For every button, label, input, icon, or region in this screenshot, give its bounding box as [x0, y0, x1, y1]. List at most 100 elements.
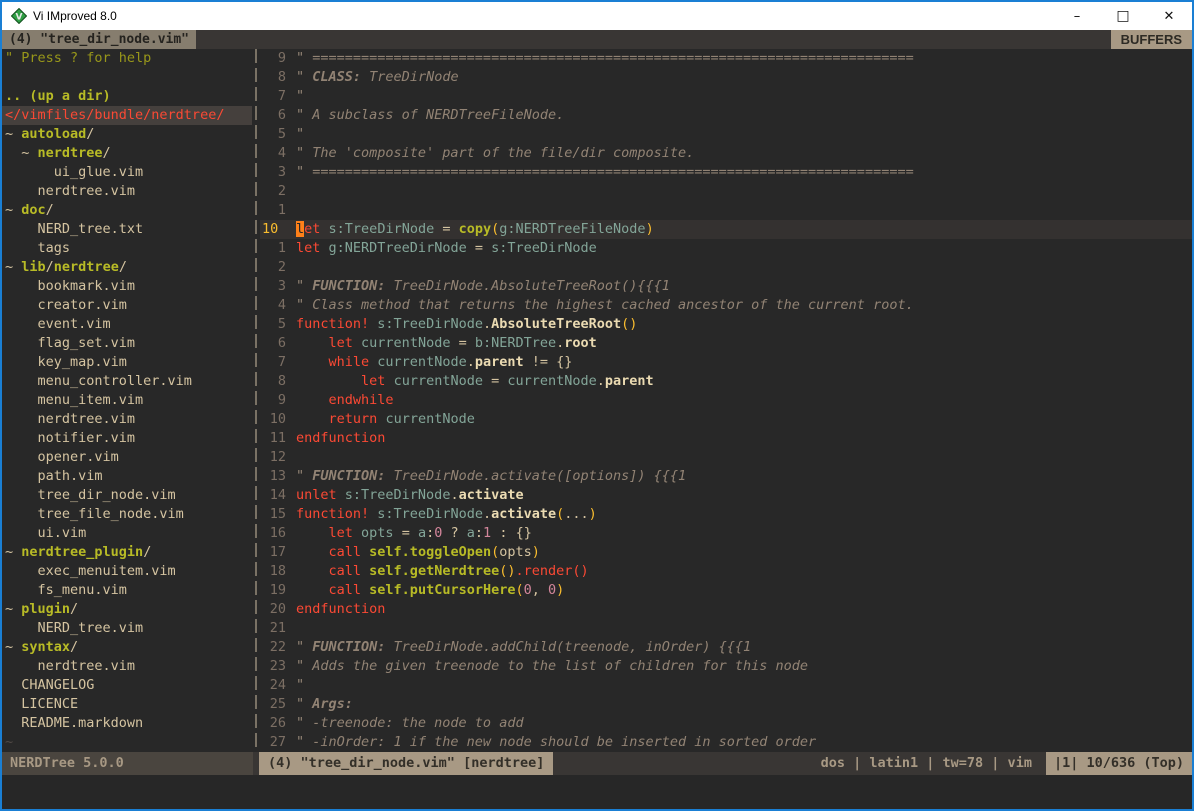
code-line[interactable]: 24": [260, 676, 1192, 695]
code-line[interactable]: 8 let currentNode = currentNode.parent: [260, 372, 1192, 391]
tree-item[interactable]: notifier.vim: [2, 429, 252, 448]
tree-item[interactable]: CHANGELOG: [2, 676, 252, 695]
code-line[interactable]: 8" CLASS: TreeDirNode: [260, 68, 1192, 87]
code-token: ": [296, 278, 312, 294]
code-line[interactable]: 2: [260, 182, 1192, 201]
tree-item[interactable]: ~ nerdtree/: [2, 144, 252, 163]
code-line[interactable]: 3" =====================================…: [260, 163, 1192, 182]
tree-item-text: ui_glue.vim: [5, 164, 143, 180]
tree-item[interactable]: ~ autoload/: [2, 125, 252, 144]
code-text: while currentNode.parent != {}: [296, 353, 572, 372]
code-line[interactable]: 6 let currentNode = b:NERDTree.root: [260, 334, 1192, 353]
tree-item[interactable]: README.markdown: [2, 714, 252, 733]
code-line[interactable]: 5function! s:TreeDirNode.AbsoluteTreeRoo…: [260, 315, 1192, 334]
code-line[interactable]: 2: [260, 258, 1192, 277]
tree-item-text: key_map.vim: [5, 354, 127, 370]
code-line[interactable]: 21: [260, 619, 1192, 638]
code-line[interactable]: 4" Class method that returns the highest…: [260, 296, 1192, 315]
code-token: TreeDirNode.AbsoluteTreeRoot(){{{1: [385, 278, 669, 294]
tree-item[interactable]: ~ lib/nerdtree/: [2, 258, 252, 277]
code-line-current[interactable]: 10let s:TreeDirNode = copy(g:NERDTreeFil…: [260, 220, 1192, 239]
tree-item[interactable]: nerdtree.vim: [2, 657, 252, 676]
tree-item[interactable]: NERD_tree.vim: [2, 619, 252, 638]
tree-item[interactable]: key_map.vim: [2, 353, 252, 372]
tree-item[interactable]: flag_set.vim: [2, 334, 252, 353]
code-line[interactable]: 16 let opts = a:0 ? a:1 : {}: [260, 524, 1192, 543]
code-line[interactable]: 6" A subclass of NERDTreeFileNode.: [260, 106, 1192, 125]
tree-item[interactable]: tags: [2, 239, 252, 258]
tree-item[interactable]: tree_dir_node.vim: [2, 486, 252, 505]
code-line[interactable]: 13" FUNCTION: TreeDirNode.activate([opti…: [260, 467, 1192, 486]
code-line[interactable]: 22" FUNCTION: TreeDirNode.addChild(treen…: [260, 638, 1192, 657]
line-number: 14: [260, 486, 286, 505]
line-number: 21: [260, 619, 286, 638]
code-line[interactable]: 7 while currentNode.parent != {}: [260, 353, 1192, 372]
tree-item[interactable]: bookmark.vim: [2, 277, 252, 296]
tree-item[interactable]: ~: [2, 733, 252, 752]
tree-item[interactable]: .. (up a dir): [2, 87, 252, 106]
tree-item[interactable]: [2, 68, 252, 87]
code-line[interactable]: 1: [260, 201, 1192, 220]
tree-item[interactable]: ~ doc/: [2, 201, 252, 220]
tree-item-text: /: [143, 544, 151, 560]
tree-selected-item[interactable]: </vimfiles/bundle/nerdtree/: [2, 106, 252, 125]
tab-current-buffer[interactable]: (4) "tree_dir_node.vim": [2, 30, 196, 49]
tree-item[interactable]: NERD_tree.txt: [2, 220, 252, 239]
tree-item[interactable]: tree_file_node.vim: [2, 505, 252, 524]
code-pane[interactable]: 9" =====================================…: [260, 49, 1192, 752]
tree-item[interactable]: ui.vim: [2, 524, 252, 543]
tree-item-text: ~: [5, 259, 21, 275]
nerdtree-pane[interactable]: " Press ? for help .. (up a dir)</vimfile…: [2, 49, 252, 752]
code-line[interactable]: 19 call self.putCursorHere(0, 0): [260, 581, 1192, 600]
tree-item[interactable]: LICENCE: [2, 695, 252, 714]
tree-item[interactable]: ui_glue.vim: [2, 163, 252, 182]
code-line[interactable]: 7": [260, 87, 1192, 106]
tree-item[interactable]: exec_menuitem.vim: [2, 562, 252, 581]
command-line[interactable]: [2, 775, 1192, 809]
tab-buffers-label[interactable]: BUFFERS: [1111, 30, 1192, 49]
code-line[interactable]: 1let g:NERDTreeDirNode = s:TreeDirNode: [260, 239, 1192, 258]
tree-item[interactable]: ~ nerdtree_plugin/: [2, 543, 252, 562]
code-line[interactable]: 17 call self.toggleOpen(opts): [260, 543, 1192, 562]
tree-item[interactable]: nerdtree.vim: [2, 182, 252, 201]
code-line[interactable]: 15function! s:TreeDirNode.activate(...): [260, 505, 1192, 524]
tree-item[interactable]: ~ syntax/: [2, 638, 252, 657]
maximize-button[interactable]: □: [1100, 2, 1146, 30]
tree-item[interactable]: ~ plugin/: [2, 600, 252, 619]
code-line[interactable]: 9 endwhile: [260, 391, 1192, 410]
code-token: TreeDirNode: [361, 69, 459, 85]
code-token: ): [556, 582, 564, 598]
tree-item[interactable]: " Press ? for help: [2, 49, 252, 68]
minimize-button[interactable]: –: [1054, 2, 1100, 30]
code-line[interactable]: 3" FUNCTION: TreeDirNode.AbsoluteTreeRoo…: [260, 277, 1192, 296]
code-line[interactable]: 18 call self.getNerdtree().render(): [260, 562, 1192, 581]
code-line[interactable]: 9" =====================================…: [260, 49, 1192, 68]
tree-item[interactable]: creator.vim: [2, 296, 252, 315]
code-line[interactable]: 12: [260, 448, 1192, 467]
code-line[interactable]: 25" Args:: [260, 695, 1192, 714]
close-button[interactable]: ✕: [1146, 2, 1192, 30]
tree-item[interactable]: menu_controller.vim: [2, 372, 252, 391]
tree-item[interactable]: path.vim: [2, 467, 252, 486]
code-line[interactable]: 11endfunction: [260, 429, 1192, 448]
window-separator[interactable]: [252, 49, 260, 752]
line-number: 7: [260, 353, 286, 372]
tree-item[interactable]: fs_menu.vim: [2, 581, 252, 600]
code-token: b:NERDTree: [475, 335, 556, 351]
tree-item[interactable]: nerdtree.vim: [2, 410, 252, 429]
code-line[interactable]: 10 return currentNode: [260, 410, 1192, 429]
tree-item[interactable]: opener.vim: [2, 448, 252, 467]
code-token: unlet: [296, 487, 337, 503]
code-line[interactable]: 26" -treenode: the node to add: [260, 714, 1192, 733]
code-line[interactable]: 14unlet s:TreeDirNode.activate: [260, 486, 1192, 505]
tree-item[interactable]: menu_item.vim: [2, 391, 252, 410]
code-line[interactable]: 20endfunction: [260, 600, 1192, 619]
code-line[interactable]: 23" Adds the given treenode to the list …: [260, 657, 1192, 676]
code-token: activate: [491, 506, 556, 522]
line-number: 11: [260, 429, 286, 448]
tree-item[interactable]: event.vim: [2, 315, 252, 334]
code-line[interactable]: 27" -inOrder: 1 if the new node should b…: [260, 733, 1192, 752]
code-line[interactable]: 4" The 'composite' part of the file/dir …: [260, 144, 1192, 163]
code-line[interactable]: 5": [260, 125, 1192, 144]
code-token: function!: [296, 316, 369, 332]
